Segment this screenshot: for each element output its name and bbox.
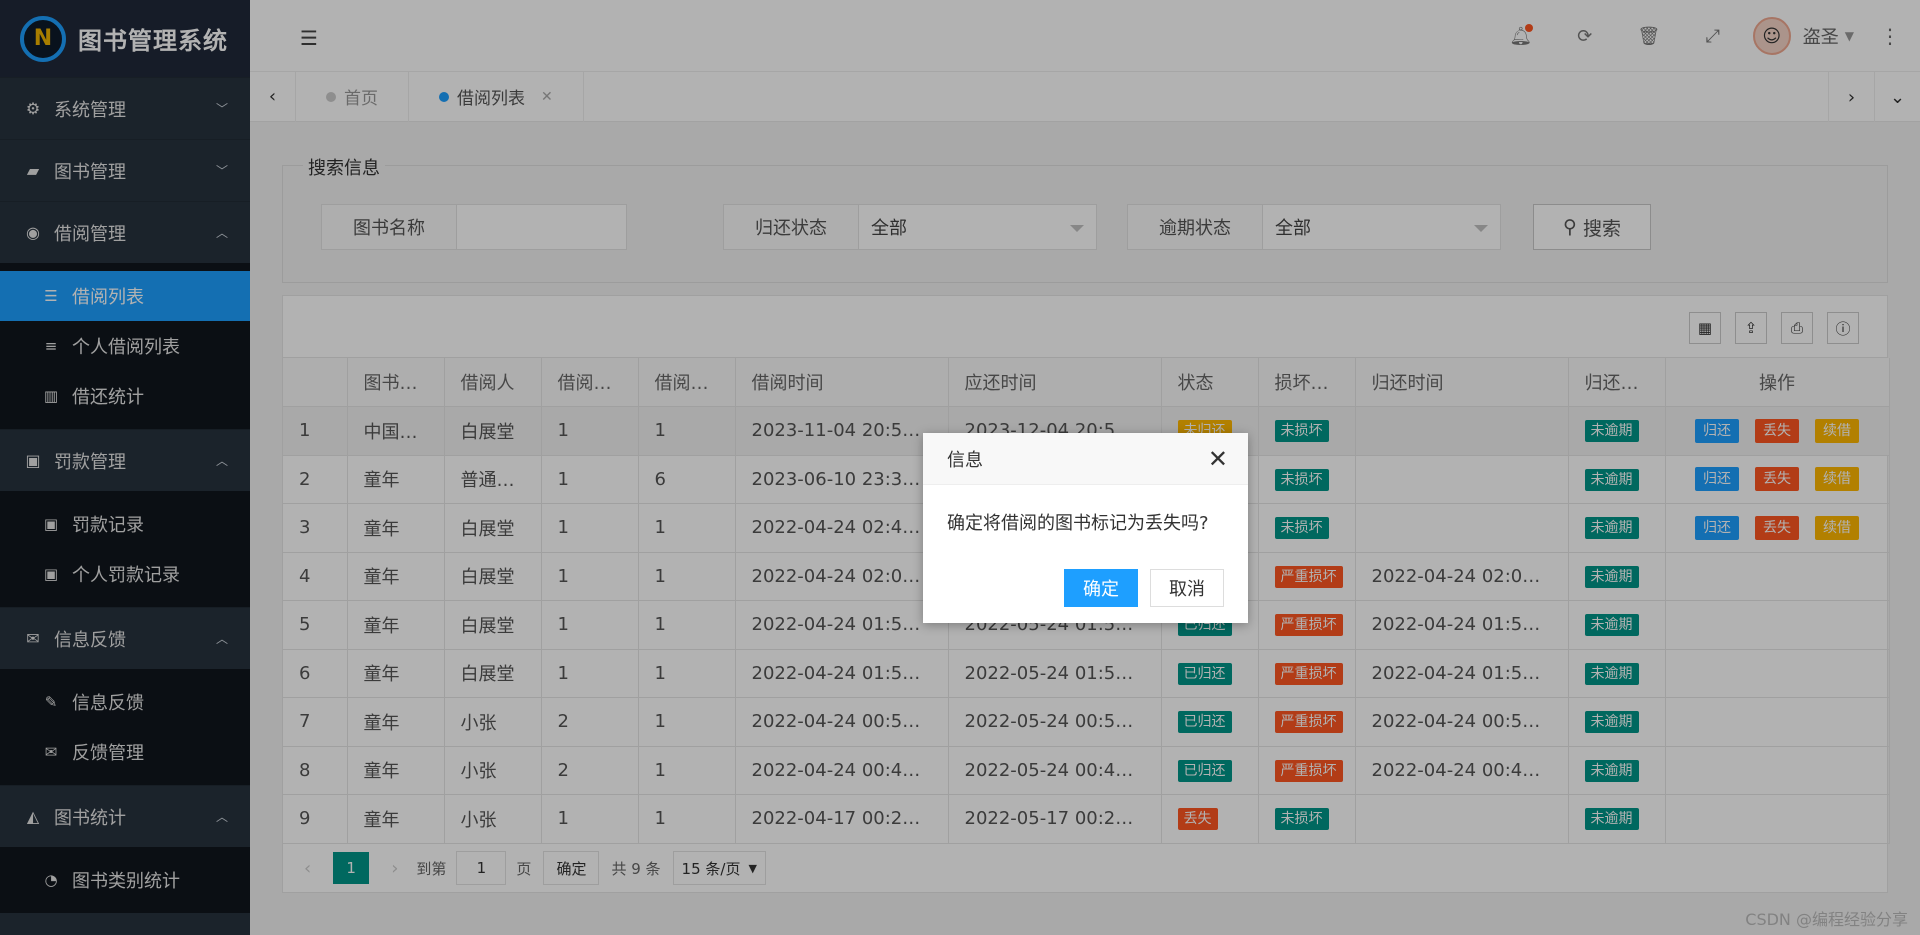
dialog-header: 信息 ✕ xyxy=(923,433,1248,485)
confirm-dialog: 信息 ✕ 确定将借阅的图书标记为丢失吗? 确定 取消 xyxy=(923,433,1248,623)
dialog-title: 信息 xyxy=(947,449,983,471)
cancel-button[interactable]: 取消 xyxy=(1150,569,1224,607)
dialog-buttons: 确定 取消 xyxy=(1052,569,1224,607)
dialog-message: 确定将借阅的图书标记为丢失吗? xyxy=(947,513,1209,534)
close-icon[interactable]: ✕ xyxy=(1208,445,1228,473)
confirm-button[interactable]: 确定 xyxy=(1064,569,1138,607)
